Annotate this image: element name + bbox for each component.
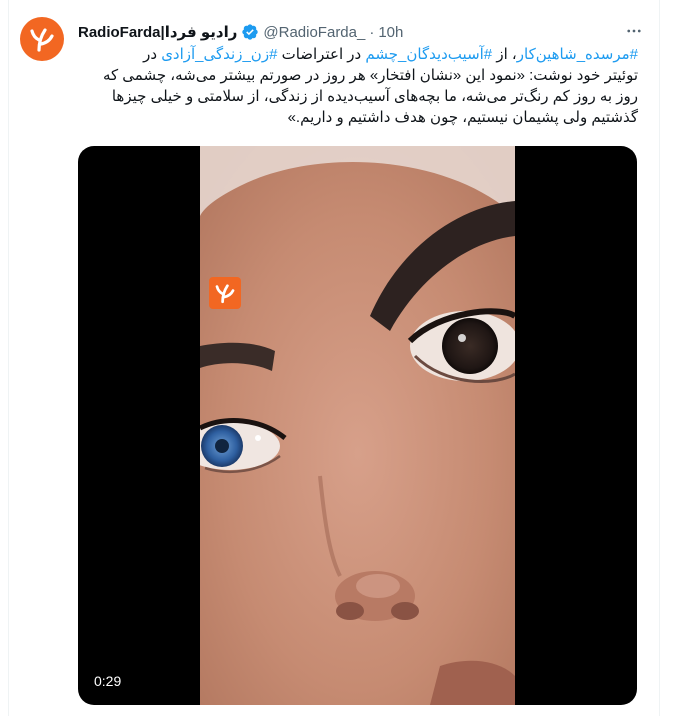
tweet-text-line: توئیتر خود نوشت: «نمود این «نشان افتخار»…: [76, 65, 638, 86]
video-duration: 0:29: [86, 668, 130, 694]
radiofarda-logo-icon: [30, 28, 54, 52]
hashtag-link[interactable]: #مرسده_شاهین‌کار: [517, 46, 638, 63]
avatar[interactable]: [20, 17, 64, 61]
tweet-text-segment: ، از: [492, 46, 517, 63]
face-image: [200, 146, 515, 705]
handle[interactable]: @RadioFarda_: [263, 24, 365, 41]
tweet-text-segment: در: [143, 46, 162, 63]
timestamp[interactable]: 10h: [378, 24, 403, 41]
video-player[interactable]: 0:29: [78, 146, 637, 705]
hashtag-link[interactable]: #آسیب‌دیدگان_چشم: [365, 46, 492, 63]
tweet-text-line: گذشتیم ولی پشیمان نیستیم، چون هدف داشتیم…: [76, 107, 638, 128]
timeline-border-left: [0, 0, 9, 716]
tweet-text-segment: گذشتیم ولی پشیمان نیستیم، چون هدف داشتیم…: [287, 109, 638, 126]
display-name[interactable]: RadioFarda|رادیو فردا: [78, 23, 237, 41]
tweet-header: RadioFarda|رادیو فردا @RadioFarda_ · 10h: [78, 20, 403, 44]
tweet-text-segment: روز به روز کم رنگ‌تر می‌شه، ما بچه‌های آ…: [111, 88, 638, 105]
radiofarda-watermark-icon: [209, 277, 241, 309]
tweet-text-line: #مرسده_شاهین‌کار، از #آسیب‌دیدگان_چشم در…: [76, 44, 638, 65]
verified-badge-icon: [241, 23, 259, 41]
tweet-text: #مرسده_شاهین‌کار، از #آسیب‌دیدگان_چشم در…: [76, 44, 638, 128]
separator-dot: ·: [369, 23, 375, 41]
timeline-border-right: [659, 0, 660, 716]
more-options-icon[interactable]: [624, 22, 644, 42]
tweet-text-segment: توئیتر خود نوشت: «نمود این «نشان افتخار»…: [102, 67, 638, 84]
tweet-text-line: روز به روز کم رنگ‌تر می‌شه، ما بچه‌های آ…: [76, 86, 638, 107]
video-frame: [200, 146, 515, 705]
hashtag-link[interactable]: #زن_زندگی_آزادی: [161, 46, 277, 63]
tweet-text-segment: در اعتراضات: [277, 46, 366, 63]
